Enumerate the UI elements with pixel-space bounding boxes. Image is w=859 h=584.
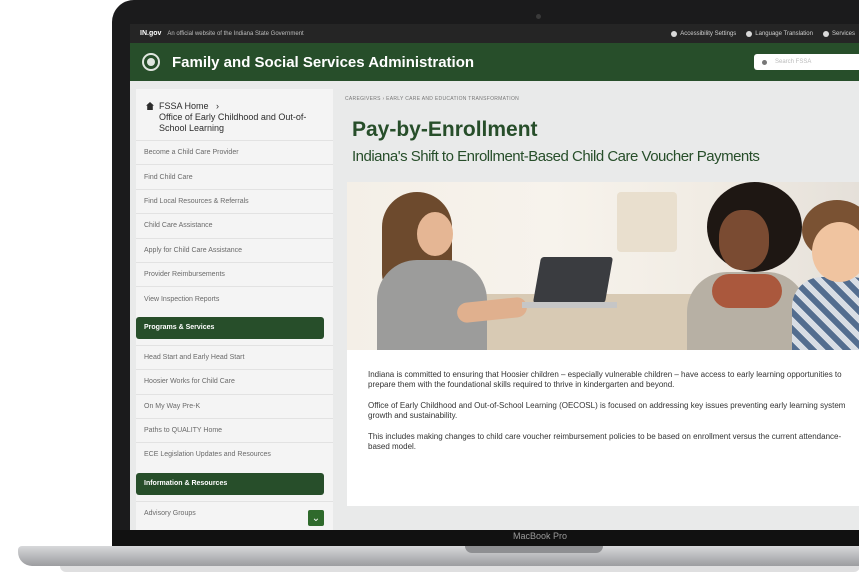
camera-icon bbox=[536, 14, 541, 19]
sidebar-home-label: FSSA Home bbox=[159, 101, 209, 111]
intro-text-panel: Indiana is committed to ensuring that Ho… bbox=[347, 350, 859, 506]
sidebar-item[interactable]: Head Start and Early Head Start bbox=[136, 344, 333, 369]
sidebar-item[interactable]: Advisory Groups bbox=[136, 500, 333, 525]
page-subtitle: Indiana's Shift to Enrollment-Based Chil… bbox=[352, 148, 760, 165]
sidebar-item[interactable]: ECE Legislation Updates and Resources bbox=[136, 442, 333, 466]
chevron-right-icon: › bbox=[213, 101, 220, 111]
ingov-logo[interactable]: IN.gov bbox=[140, 30, 161, 37]
sidebar-item[interactable]: Hoosier Works for Child Care bbox=[136, 369, 333, 393]
globe-icon bbox=[746, 30, 753, 37]
sidebar-office-title: Office of Early Childhood and Out-of-Sch… bbox=[159, 112, 307, 133]
chevron-down-icon[interactable]: ⌄ bbox=[308, 510, 324, 526]
sidebar-item[interactable]: Find Child Care bbox=[136, 164, 333, 188]
sidebar-item[interactable]: View Inspection Reports bbox=[136, 286, 333, 310]
section-information-resources[interactable]: Information & Resources bbox=[136, 472, 324, 495]
laptop-notch bbox=[465, 546, 603, 553]
intro-paragraph: Indiana is committed to ensuring that Ho… bbox=[368, 370, 842, 389]
gov-utility-links: Accessibility Settings Language Translat… bbox=[671, 30, 855, 37]
services-label: Services bbox=[831, 30, 855, 37]
gov-top-bar: IN.gov An official website of the Indian… bbox=[130, 24, 859, 43]
agency-title[interactable]: Family and Social Services Administratio… bbox=[172, 54, 474, 71]
sidebar-nav: FSSA Home › Office of Early Childhood an… bbox=[136, 89, 333, 530]
sidebar-item[interactable]: Become a Child Care Provider bbox=[136, 140, 333, 164]
sidebar-item[interactable]: Apply for Child Care Assistance bbox=[136, 237, 333, 262]
intro-paragraph: Office of Early Childhood and Out-of-Sch… bbox=[368, 401, 846, 420]
translation-link[interactable]: Language Translation bbox=[746, 30, 813, 37]
laptop-shadow bbox=[60, 566, 859, 572]
accessibility-label: Accessibility Settings bbox=[680, 30, 737, 37]
device-label: MacBook Pro bbox=[512, 531, 568, 541]
gov-tagline: An official website of the Indiana State… bbox=[167, 30, 304, 37]
intro-paragraph: This includes making changes to child ca… bbox=[368, 432, 842, 451]
laptop-base bbox=[18, 546, 859, 566]
sidebar-item[interactable]: Child Care Assistance bbox=[136, 213, 333, 237]
home-icon bbox=[146, 102, 154, 110]
sidebar-home[interactable]: FSSA Home › Office of Early Childhood an… bbox=[136, 89, 333, 140]
hero-photo bbox=[347, 182, 859, 350]
agency-header: Family and Social Services Administratio… bbox=[130, 43, 859, 81]
sidebar-item[interactable]: Find Local Resources & Referrals bbox=[136, 188, 333, 213]
accessibility-icon bbox=[671, 30, 678, 37]
external-link-icon bbox=[822, 30, 829, 37]
accessibility-link[interactable]: Accessibility Settings bbox=[671, 30, 737, 37]
breadcrumb[interactable]: CAREGIVERS › EARLY CARE AND EDUCATION TR… bbox=[345, 96, 519, 102]
state-seal-icon[interactable] bbox=[142, 53, 160, 71]
sidebar-item[interactable]: Provider Reimbursements bbox=[136, 261, 333, 286]
page-title: Pay-by-Enrollment bbox=[352, 118, 538, 141]
sidebar-item[interactable]: On My Way Pre-K bbox=[136, 393, 333, 418]
search-input[interactable]: Search FSSA bbox=[754, 54, 859, 70]
sidebar-item[interactable]: Paths to QUALITY Home bbox=[136, 417, 333, 442]
search-icon bbox=[762, 59, 767, 65]
translation-label: Language Translation bbox=[755, 30, 813, 37]
search-placeholder: Search FSSA bbox=[775, 59, 812, 65]
services-link[interactable]: Services bbox=[822, 30, 855, 37]
section-programs-services[interactable]: Programs & Services bbox=[136, 316, 324, 339]
browser-screen: IN.gov An official website of the Indian… bbox=[130, 24, 859, 530]
